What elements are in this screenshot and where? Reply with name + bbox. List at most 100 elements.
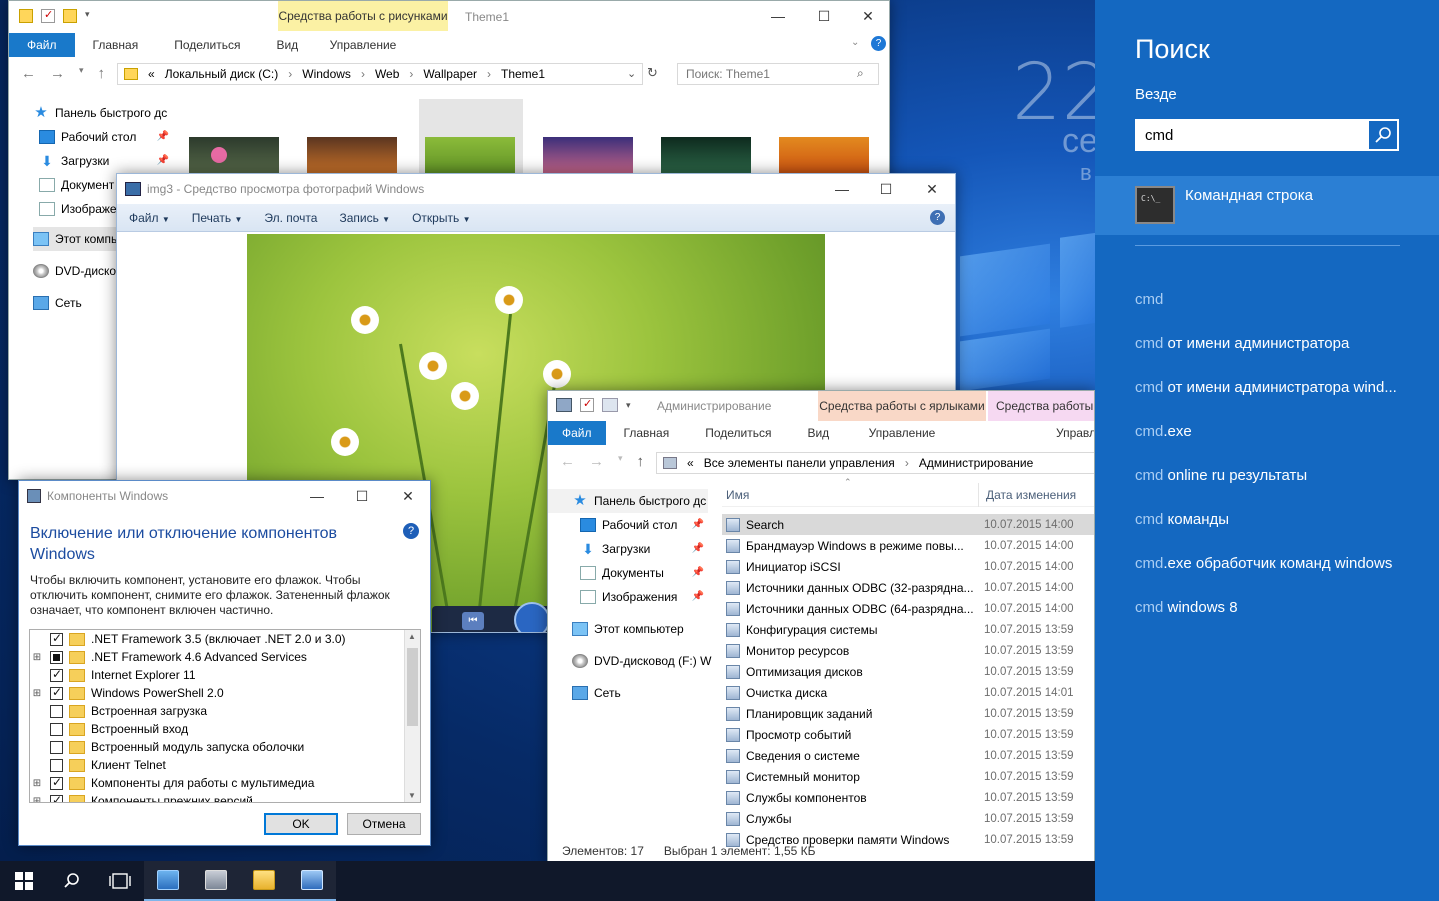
column-header-name[interactable]: Имя [726, 488, 749, 502]
customize-qat-icon[interactable]: ▾ [85, 9, 90, 23]
file-row[interactable]: Сведения о системе 10.07.2015 13:59 [722, 745, 1094, 766]
file-row[interactable]: Брандмауэр Windows в режиме повы... 10.07… [722, 535, 1094, 556]
previous-icon[interactable]: ⏮ [462, 612, 484, 630]
feature-item[interactable]: Встроенная загрузка [30, 702, 420, 720]
up-arrow-icon[interactable]: ↑ [637, 453, 645, 470]
search-suggestion[interactable]: cmd.exe [1135, 419, 1435, 463]
address-prefix[interactable]: « [687, 456, 694, 470]
file-row[interactable]: Планировщик заданий 10.07.2015 13:59 [722, 703, 1094, 724]
nav-item[interactable]: ★ Панель быстрого дс [548, 489, 708, 513]
file-row[interactable]: Просмотр событий 10.07.2015 13:59 [722, 724, 1094, 745]
wallpaper-thumbnail[interactable] [189, 137, 279, 177]
search-suggestion[interactable]: cmd от имени администратора [1135, 331, 1435, 375]
wallpaper-thumbnail[interactable] [543, 137, 633, 177]
feature-item[interactable]: ⊞ Компоненты для работы с мультимедиа [30, 774, 420, 792]
expand-icon[interactable]: ⊞ [30, 778, 44, 789]
breadcrumb-item[interactable]: Wallpaper [423, 67, 477, 81]
feature-checkbox[interactable] [50, 650, 63, 664]
tree-scrollbar[interactable]: ▲ ▼ [404, 630, 420, 802]
address-bar[interactable]: « Локальный диск (C:) › Windows › Web › Wal… [117, 63, 643, 85]
tab-home[interactable]: Главная [606, 421, 688, 445]
file-row[interactable]: Источники данных ODBC (64-разрядна... 10.… [722, 598, 1094, 619]
feature-item[interactable]: Встроенный вход [30, 720, 420, 738]
nav-item[interactable]: DVD-дисковод (F:) W [548, 649, 711, 673]
search-suggestion[interactable]: cmd online ru результаты [1135, 463, 1435, 507]
file-row[interactable]: Службы 10.07.2015 13:59 [722, 808, 1094, 829]
file-row[interactable]: Search 10.07.2015 14:00 [722, 514, 1094, 535]
scroll-up-icon[interactable]: ▲ [408, 632, 416, 641]
pin-icon[interactable]: 📌 [157, 125, 169, 149]
forward-arrow-icon[interactable]: → [589, 453, 604, 470]
tab-share[interactable]: Поделиться [687, 421, 789, 445]
ok-button[interactable]: OK [264, 813, 338, 835]
search-icon[interactable]: ⌕ [857, 66, 864, 81]
menu-email[interactable]: Эл. почта [264, 211, 317, 225]
column-header-date[interactable]: Дата изменения [986, 488, 1076, 502]
file-row[interactable]: Очистка диска 10.07.2015 14:01 [722, 682, 1094, 703]
recent-locations-icon[interactable]: ▾ [618, 453, 623, 470]
nav-quick-access[interactable]: ★ Панель быстрого дс [33, 101, 169, 125]
file-row[interactable]: Инициатор iSCSI 10.07.2015 14:00 [722, 556, 1094, 577]
taskbar-app-control-panel[interactable] [144, 861, 192, 901]
taskbar-app-features[interactable] [192, 861, 240, 901]
back-arrow-icon[interactable]: ← [21, 65, 36, 82]
start-button[interactable] [0, 861, 48, 901]
wallpaper-thumbnail[interactable] [779, 137, 869, 177]
back-arrow-icon[interactable]: ← [560, 453, 575, 470]
nav-item[interactable]: ⬇ Загрузки 📌 [548, 537, 708, 561]
taskbar-app-photo-viewer[interactable] [288, 861, 336, 901]
column-divider[interactable] [978, 483, 979, 507]
feature-checkbox[interactable] [50, 740, 63, 754]
tab-file[interactable]: Файл [548, 421, 606, 445]
breadcrumb-item[interactable]: Локальный диск (C:) [165, 67, 279, 81]
scrollbar-thumb[interactable] [407, 648, 418, 726]
search-input[interactable]: Поиск: Theme1 [677, 63, 879, 85]
pin-icon[interactable]: 📌 [692, 537, 704, 561]
forward-arrow-icon[interactable]: → [50, 65, 65, 82]
pin-icon[interactable]: 📌 [692, 585, 704, 609]
search-button[interactable] [48, 861, 96, 901]
feature-checkbox[interactable] [50, 631, 63, 646]
nav-item[interactable]: Рабочий стол 📌 [548, 513, 708, 537]
help-icon[interactable]: ? [930, 210, 945, 225]
tab-share[interactable]: Поделиться [156, 33, 258, 57]
feature-item[interactable]: ⊞ Компоненты прежних версий [30, 792, 420, 803]
pin-icon[interactable]: 📌 [692, 513, 704, 537]
feature-checkbox[interactable] [50, 722, 63, 736]
properties-icon[interactable] [41, 8, 55, 23]
expand-icon[interactable]: ⊞ [30, 652, 44, 663]
best-match-result[interactable]: Командная строка [1095, 176, 1439, 235]
search-suggestion[interactable]: cmd от имени администратора wind... [1135, 375, 1435, 419]
pin-icon[interactable]: 📌 [157, 149, 169, 173]
feature-checkbox[interactable] [50, 775, 63, 790]
menu-open[interactable]: Открыть ▼ [412, 211, 470, 225]
search-suggestion[interactable]: cmd windows 8 [1135, 595, 1435, 639]
feature-checkbox[interactable] [50, 758, 63, 772]
nav-desktop[interactable]: Рабочий стол 📌 [33, 125, 169, 149]
close-button[interactable]: ✕ [845, 1, 889, 31]
help-icon[interactable]: ? [871, 36, 886, 51]
search-suggestion[interactable]: cmd [1135, 287, 1435, 331]
maximize-button[interactable]: ☐ [801, 1, 847, 31]
expand-icon[interactable]: ⊞ [30, 796, 44, 803]
wallpaper-thumbnail[interactable] [425, 137, 515, 177]
feature-item[interactable]: ⊞ Windows PowerShell 2.0 [30, 684, 420, 702]
taskbar-app-explorer[interactable] [240, 861, 288, 901]
tab-manage[interactable]: Управление [818, 421, 986, 445]
feature-item[interactable]: ⊞ .NET Framework 4.6 Advanced Services [30, 648, 420, 666]
breadcrumb-item[interactable]: Theme1 [501, 67, 545, 81]
feature-item[interactable]: Клиент Telnet [30, 756, 420, 774]
scroll-down-icon[interactable]: ▼ [408, 791, 416, 800]
minimize-button[interactable]: — [294, 481, 340, 511]
help-icon[interactable]: ? [403, 523, 419, 539]
minimize-button[interactable]: — [819, 174, 865, 204]
nav-item[interactable]: Этот компьютер [548, 617, 708, 641]
new-folder-icon[interactable] [63, 9, 77, 23]
wallpaper-thumbnail[interactable] [661, 137, 751, 177]
task-view-button[interactable] [96, 861, 144, 901]
breadcrumb-item[interactable]: Администрирование [919, 456, 1033, 470]
search-suggestion[interactable]: cmd.exe обработчик команд windows [1135, 551, 1435, 595]
close-button[interactable]: ✕ [385, 481, 430, 511]
feature-checkbox[interactable] [50, 704, 63, 718]
file-row[interactable]: Оптимизация дисков 10.07.2015 13:59 [722, 661, 1094, 682]
